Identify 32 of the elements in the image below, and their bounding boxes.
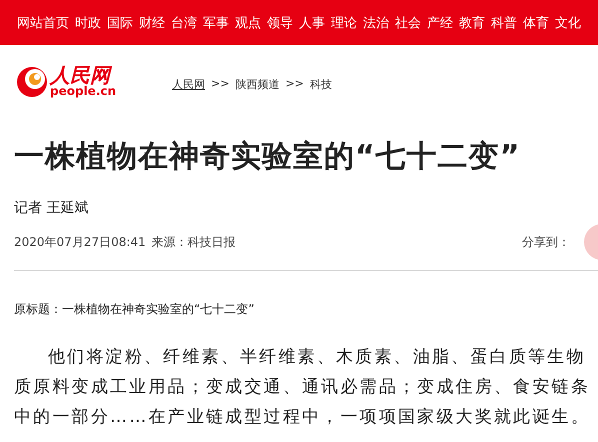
breadcrumb-separator: >> xyxy=(285,76,304,92)
nav-link[interactable]: 法治 xyxy=(363,14,389,32)
nav-link[interactable]: 教育 xyxy=(459,14,485,32)
breadcrumb-link[interactable]: 陕西频道 xyxy=(235,76,280,92)
nav-link[interactable]: 科普 xyxy=(491,14,517,32)
breadcrumb-separator: >> xyxy=(211,76,230,92)
nav-link[interactable]: 人事 xyxy=(299,14,325,32)
reporter-name: 记者 王延斌 xyxy=(14,199,90,217)
nav-link[interactable]: 体育 xyxy=(523,14,549,32)
nav-link[interactable]: 国际 xyxy=(107,14,133,32)
logo-icon[interactable] xyxy=(16,64,48,98)
nav-link[interactable]: 领导 xyxy=(267,14,293,32)
share-label: 分享到： xyxy=(522,234,570,250)
article-source: 来源：科技日报 xyxy=(152,234,236,250)
nav-link[interactable]: 时政 xyxy=(75,14,101,32)
nav-link[interactable]: 财经 xyxy=(139,14,165,32)
nav-link[interactable]: 社会 xyxy=(395,14,421,32)
breadcrumb-link[interactable]: 科技 xyxy=(310,76,332,92)
publish-date: 2020年07月27日08:41 xyxy=(14,234,146,250)
nav-link[interactable]: 军事 xyxy=(203,14,229,32)
nav-link[interactable]: 产经 xyxy=(427,14,453,32)
article-headline: 一株植物在神奇实验室的“七十二变” xyxy=(14,138,522,176)
nav-link[interactable]: 理论 xyxy=(331,14,357,32)
original-title: 原标题：一株植物在神奇实验室的“七十二变” xyxy=(14,301,256,318)
logo-domain[interactable]: people.cn xyxy=(50,85,116,97)
article-paragraph: 他们将淀粉、纤维素、半纤维素、木质素、油脂、蛋白质等生物质原料变成工业用品；变成交通、通讯必需品；变成住房、食安链条中的一部分……在产业链成型过程中，一项项国家级大奖就此诞生。 xyxy=(14,346,591,429)
nav-link[interactable]: 台湾 xyxy=(171,14,197,32)
nav-link[interactable]: 观点 xyxy=(235,14,261,32)
nav-link[interactable]: 文化 xyxy=(555,14,581,32)
breadcrumb-link[interactable]: 人民网 xyxy=(172,76,205,92)
nav-link[interactable]: 网站首页 xyxy=(17,14,69,32)
logo-title[interactable]: 人民网 xyxy=(50,65,116,85)
